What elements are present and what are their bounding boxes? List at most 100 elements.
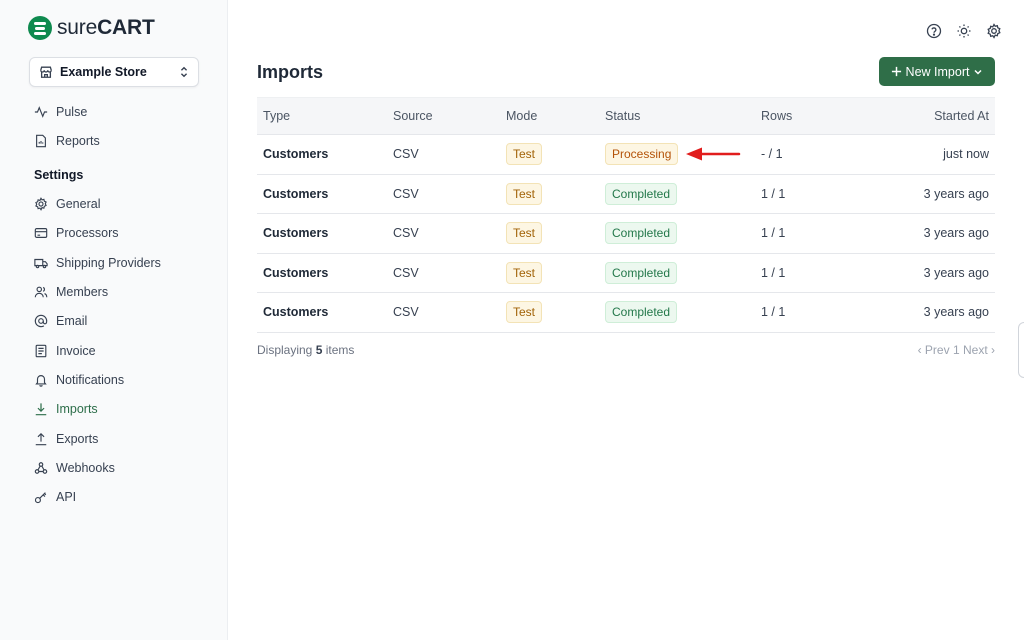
invoice-icon (35, 344, 47, 358)
cell-rows: 1 / 1 (761, 305, 786, 320)
cell-started-at: 3 years ago (923, 265, 989, 280)
webhook-icon (34, 462, 48, 474)
page-title: Imports (257, 62, 324, 82)
table-row[interactable]: Customers CSV Test Completed 1 / 1 3 yea… (257, 293, 995, 333)
side-panel-handle[interactable] (1018, 322, 1024, 378)
sidebar-item-label: API (56, 490, 77, 504)
mode-badge: Test (506, 222, 543, 245)
sun-icon[interactable] (956, 23, 972, 39)
upload-icon (35, 432, 47, 446)
gear-icon (35, 197, 47, 211)
store-selector[interactable]: Example Store (29, 57, 199, 87)
current-page: 1 (952, 343, 960, 357)
bell-icon (35, 375, 47, 387)
truck-icon (34, 258, 48, 269)
column-header-type[interactable]: Type (263, 109, 290, 123)
column-header-rows[interactable]: Rows (761, 109, 792, 123)
pagination: ‹ Prev 1 Next › (918, 343, 995, 357)
cell-rows: - / 1 (761, 147, 783, 162)
sidebar-item-api[interactable]: API (34, 488, 76, 506)
logo[interactable]: sureCART (28, 16, 155, 40)
table-row[interactable]: Customers CSV Test Completed 1 / 1 3 yea… (257, 254, 995, 293)
next-page-button[interactable]: Next › (963, 343, 995, 357)
cell-rows: 1 / 1 (761, 226, 786, 241)
cell-rows: 1 / 1 (761, 265, 786, 280)
column-header-status[interactable]: Status (605, 109, 640, 123)
table-row[interactable]: Customers CSV Test Completed 1 / 1 3 yea… (257, 175, 995, 214)
sidebar-item-reports[interactable]: Reports (34, 132, 100, 150)
sidebar-item-imports[interactable]: Imports (34, 400, 98, 418)
sidebar-item-exports[interactable]: Exports (34, 430, 98, 448)
store-name: Example Store (60, 65, 147, 79)
sidebar-item-label: Email (56, 314, 88, 328)
sidebar-item-pulse[interactable]: Pulse (34, 103, 87, 121)
cell-started-at: 3 years ago (923, 186, 989, 201)
users-icon (34, 286, 48, 298)
chevron-up-down-icon (180, 66, 188, 78)
sidebar-item-label: Pulse (56, 105, 88, 119)
sidebar-item-label: Members (56, 285, 109, 299)
store-icon (40, 66, 52, 78)
annotation-arrow-icon (686, 147, 741, 161)
cell-type: Customers (263, 147, 329, 162)
settings-heading: Settings (34, 168, 84, 182)
cell-type: Customers (263, 305, 329, 320)
sidebar-item-invoice[interactable]: Invoice (34, 342, 96, 360)
sidebar-item-general[interactable]: General (34, 195, 100, 213)
status-badge: Processing (605, 143, 679, 166)
sidebar-item-members[interactable]: Members (34, 283, 108, 301)
cell-source: CSV (393, 265, 419, 280)
mode-badge: Test (506, 301, 543, 324)
status-badge: Completed (605, 261, 678, 284)
column-header-source[interactable]: Source (393, 109, 433, 123)
cell-type: Customers (263, 186, 329, 201)
cell-rows: 1 / 1 (761, 186, 786, 201)
logo-text: sureCART (57, 16, 155, 39)
sidebar-item-label: Processors (56, 226, 119, 240)
cell-type: Customers (263, 265, 329, 280)
sidebar-item-label: General (56, 197, 101, 211)
sidebar-item-label: Notifications (56, 373, 125, 387)
document-icon (36, 134, 46, 148)
credit-card-icon (34, 228, 48, 238)
plus-icon (891, 66, 901, 77)
key-icon (34, 492, 47, 504)
sidebar-item-webhooks[interactable]: Webhooks (34, 459, 115, 477)
table-row[interactable]: Customers CSV Test Completed 1 / 1 3 yea… (257, 214, 995, 254)
sidebar-item-label: Invoice (56, 344, 96, 358)
sidebar-item-email[interactable]: Email (34, 312, 87, 330)
mode-badge: Test (506, 143, 543, 166)
sidebar-item-shipping-providers[interactable]: Shipping Providers (34, 254, 161, 272)
sidebar-item-processors[interactable]: Processors (34, 224, 119, 242)
sidebar-item-label: Imports (56, 402, 98, 416)
status-badge: Completed (605, 301, 678, 324)
column-header-mode[interactable]: Mode (506, 109, 537, 123)
displaying-count: Displaying 5 items (257, 343, 355, 357)
status-badge: Completed (605, 222, 678, 245)
sidebar-item-label: Reports (56, 134, 100, 148)
surecart-logo-icon (28, 16, 52, 40)
help-icon[interactable] (926, 23, 942, 39)
new-import-button[interactable]: New Import (879, 57, 995, 86)
mode-badge: Test (506, 182, 543, 205)
chevron-down-icon (974, 69, 982, 75)
at-sign-icon (34, 314, 48, 328)
status-badge: Completed (605, 182, 678, 205)
sidebar-item-notifications[interactable]: Notifications (34, 371, 124, 389)
cell-source: CSV (393, 147, 419, 162)
table-header: Type Source Mode Status Rows Started At (257, 97, 995, 135)
table-row[interactable]: Customers CSV Test Processing - / 1 just… (257, 135, 995, 175)
cell-started-at: 3 years ago (923, 305, 989, 320)
sidebar-item-label: Shipping Providers (56, 256, 161, 270)
prev-page-button[interactable]: ‹ Prev (918, 343, 950, 357)
pulse-icon (34, 106, 48, 118)
cell-source: CSV (393, 305, 419, 320)
gear-icon[interactable] (986, 23, 1002, 39)
imports-table: Type Source Mode Status Rows Started At … (257, 97, 995, 333)
cell-type: Customers (263, 226, 329, 241)
header-icons (912, 23, 1002, 39)
mode-badge: Test (506, 261, 543, 284)
cell-started-at: 3 years ago (923, 226, 989, 241)
column-header-started-at[interactable]: Started At (934, 109, 989, 123)
download-icon (35, 403, 47, 416)
